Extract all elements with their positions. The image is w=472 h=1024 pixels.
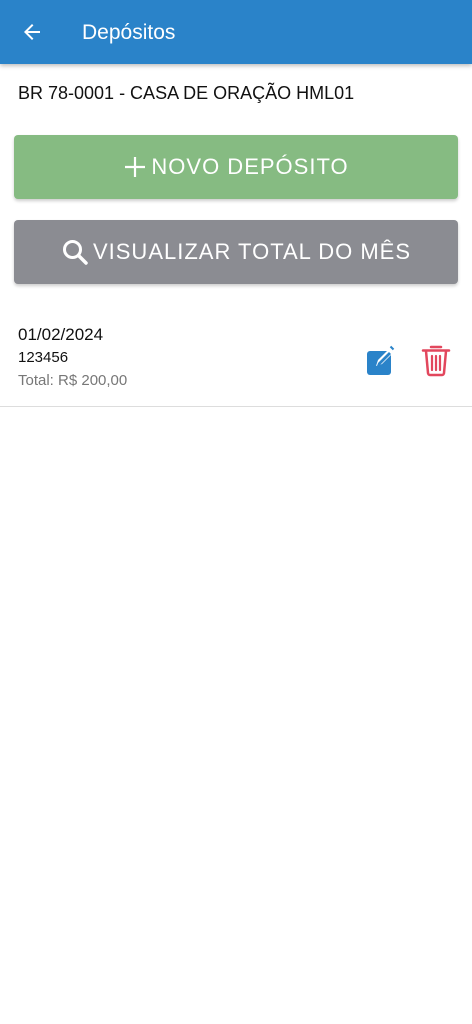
view-month-total-button[interactable]: VISUALIZAR TOTAL DO MÊS xyxy=(14,220,458,284)
new-deposit-button[interactable]: NOVO DEPÓSITO xyxy=(14,135,458,199)
church-name: BR 78-0001 - CASA DE ORAÇÃO HML01 xyxy=(18,83,355,103)
back-button[interactable] xyxy=(12,12,52,52)
delete-deposit-button[interactable] xyxy=(416,340,456,380)
search-icon xyxy=(61,238,89,266)
trash-icon xyxy=(421,345,451,377)
plus-icon xyxy=(123,155,147,179)
deposit-date: 01/02/2024 xyxy=(18,325,104,344)
app-bar: Depósitos xyxy=(0,0,472,64)
deposit-total: Total: R$ 200,00 xyxy=(18,372,128,389)
page-title: Depósitos xyxy=(82,21,176,44)
edit-icon xyxy=(367,345,395,375)
new-deposit-label: NOVO DEPÓSITO xyxy=(151,154,349,179)
edit-deposit-button[interactable] xyxy=(360,340,400,380)
deposit-number: 123456 xyxy=(18,349,69,366)
arrow-left-icon xyxy=(24,24,40,40)
deposit-list-item[interactable]: 01/02/2024 123456 Total: R$ 200,00 xyxy=(0,312,472,407)
view-month-total-label: VISUALIZAR TOTAL DO MÊS xyxy=(92,239,412,264)
